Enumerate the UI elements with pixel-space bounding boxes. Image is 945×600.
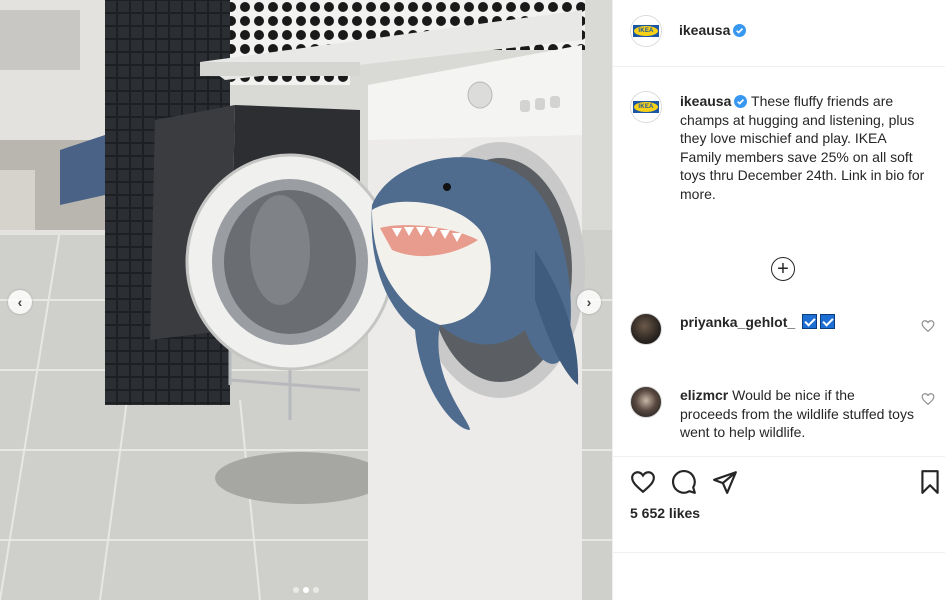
carousel-dot — [303, 587, 309, 593]
paper-plane-icon[interactable] — [712, 469, 738, 495]
carousel-dots — [0, 587, 612, 593]
post-caption: ikeausa These fluffy friends are champs … — [680, 92, 930, 203]
chevron-right-icon: › — [586, 294, 592, 310]
check-icon — [802, 314, 818, 329]
comment-username-link[interactable]: elizmcr — [680, 387, 728, 403]
post-actions-bar: 5 652 likes — [613, 456, 945, 552]
next-slide-button[interactable]: › — [577, 290, 601, 314]
carousel-dot — [313, 587, 319, 593]
divider — [613, 552, 945, 553]
avatar[interactable]: IKEA — [630, 15, 662, 47]
post-photo[interactable]: ‹ › — [0, 0, 612, 600]
ikea-logo: IKEA — [631, 92, 661, 122]
verified-badge-icon — [734, 95, 748, 108]
prev-slide-button[interactable]: ‹ — [8, 290, 32, 314]
post-header: IKEA ikeausa — [613, 0, 945, 67]
caption-username-link[interactable]: ikeausa — [680, 93, 731, 109]
check-icon — [820, 314, 836, 329]
like-comment-heart-icon[interactable] — [921, 319, 935, 333]
comment-username-link[interactable]: priyanka_gehlot_ — [680, 314, 795, 330]
caption-avatar[interactable]: IKEA — [630, 91, 662, 123]
verified-badge-icon — [733, 24, 747, 37]
chevron-left-icon: ‹ — [17, 294, 23, 310]
load-more-comments-button[interactable]: + — [771, 257, 795, 281]
photo-scene — [0, 0, 612, 600]
comment-icon[interactable] — [671, 469, 697, 495]
bookmark-icon[interactable] — [917, 469, 943, 495]
likes-count[interactable]: 5 652 likes — [630, 505, 700, 521]
header-username-link[interactable]: ikeausa — [679, 22, 730, 38]
post-details-panel: IKEA ikeausa IKEA ikeausa These fluffy f… — [612, 0, 945, 600]
ikea-logo: IKEA — [631, 16, 661, 46]
avatar[interactable] — [630, 313, 662, 345]
like-comment-heart-icon[interactable] — [921, 392, 935, 406]
avatar[interactable] — [630, 386, 662, 418]
plus-circle-icon: + — [777, 258, 789, 280]
heart-icon[interactable] — [630, 469, 656, 495]
caption-text: These fluffy friends are champs at huggi… — [680, 93, 925, 202]
carousel-dot — [293, 587, 299, 593]
